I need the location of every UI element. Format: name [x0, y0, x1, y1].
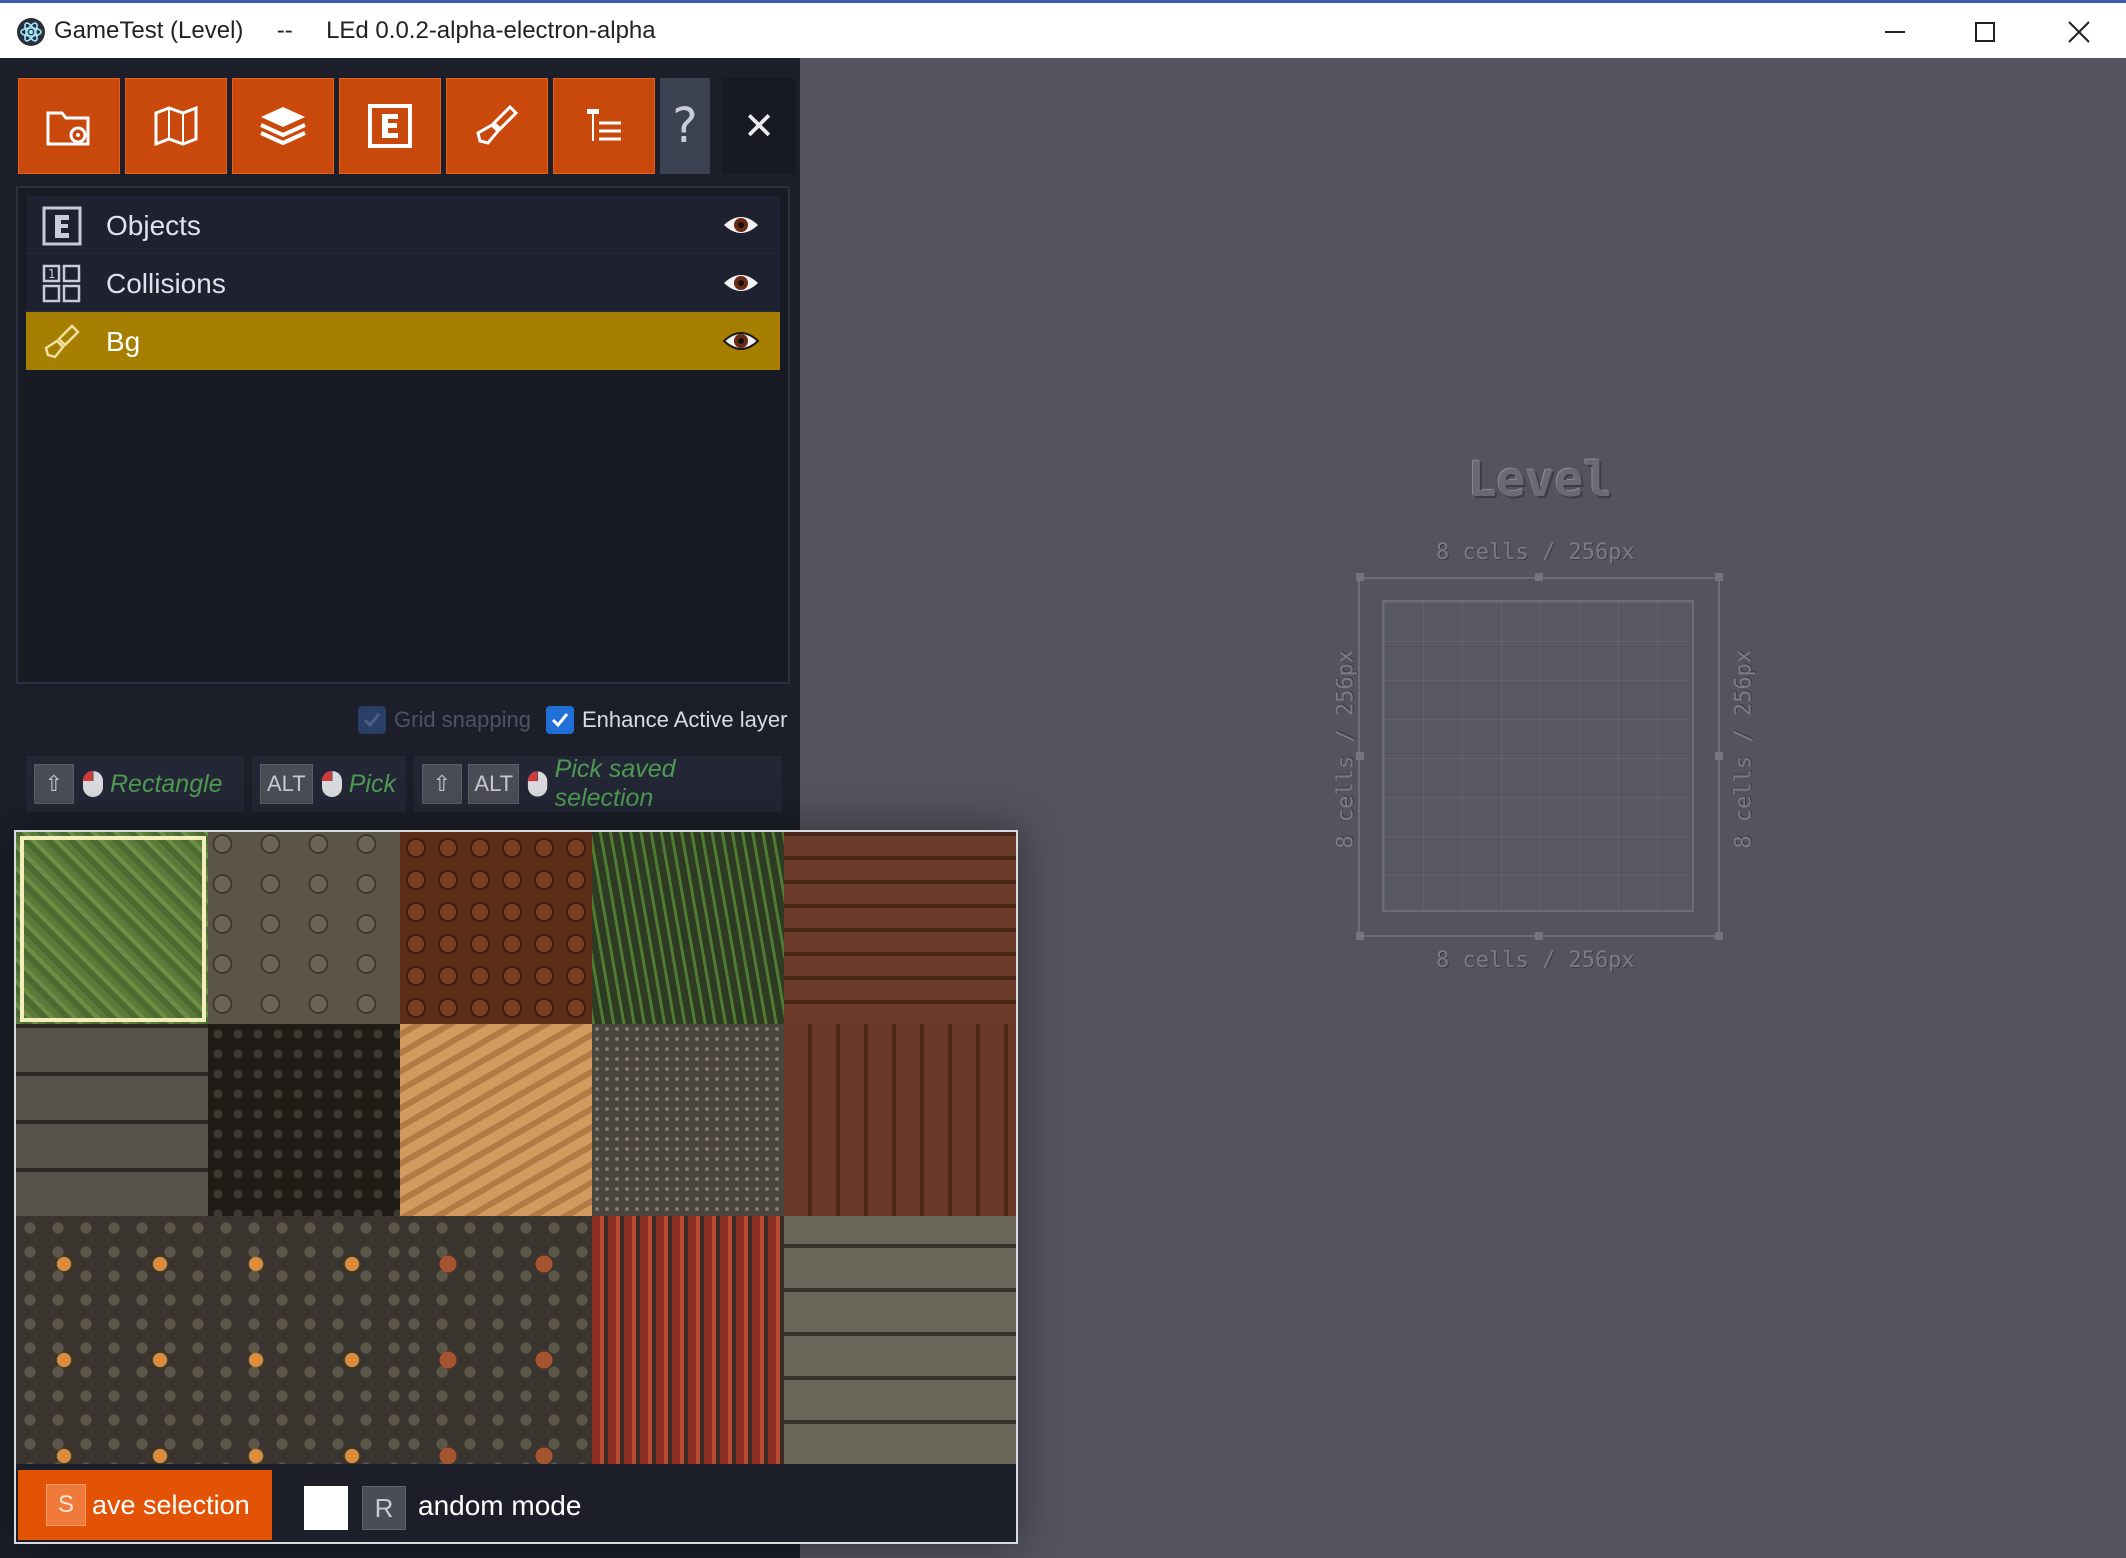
- eye-icon[interactable]: [722, 212, 760, 238]
- grid-snapping-checkbox[interactable]: [358, 706, 386, 734]
- random-mode-checkbox[interactable]: [304, 1486, 348, 1530]
- mouse-icon: [83, 771, 103, 797]
- layer-name: Bg: [106, 326, 141, 357]
- minimize-icon: [1885, 31, 1905, 33]
- resize-handle[interactable]: [1535, 932, 1543, 940]
- shortcut-pick: ALT Pick: [252, 756, 406, 812]
- tile-ore-stone[interactable]: [16, 1216, 400, 1464]
- level-name: Level: [1467, 452, 1613, 508]
- level-width-label-bottom: 8 cells / 256px: [1436, 948, 1635, 973]
- tile-bark[interactable]: [784, 1024, 1016, 1216]
- paint-brush-icon: [476, 104, 519, 145]
- intgrid-icon: 1: [42, 264, 81, 303]
- tileset-image[interactable]: [16, 832, 1016, 1464]
- tilesets-button[interactable]: [446, 78, 548, 174]
- window-title: GameTest (Level) -- LEd 0.0.2-alpha-elec…: [54, 17, 656, 44]
- level-canvas[interactable]: [1382, 600, 1694, 912]
- world-map-button[interactable]: [125, 78, 227, 174]
- entity-e-icon: [368, 104, 412, 148]
- resize-handle[interactable]: [1356, 573, 1364, 581]
- checkmark-icon: [363, 713, 381, 728]
- random-mode-label: andom mode: [418, 1490, 582, 1521]
- layer-name: Objects: [106, 210, 201, 241]
- enhance-active-option[interactable]: Enhance Active layer: [546, 700, 787, 740]
- minimize-button[interactable]: [1850, 3, 1940, 61]
- eye-icon[interactable]: [722, 270, 760, 296]
- grid-snapping-label: Grid snapping: [394, 707, 531, 732]
- save-selection-label: ave selection: [92, 1489, 250, 1520]
- paint-brush-icon: [44, 324, 80, 359]
- mouse-icon: [321, 771, 342, 797]
- grid-snapping-option[interactable]: Grid snapping: [358, 700, 531, 740]
- save-hotkey: S: [46, 1484, 86, 1526]
- shift-key: ⇧: [422, 764, 462, 804]
- tile-bookshelf[interactable]: [592, 1216, 784, 1464]
- resize-handle[interactable]: [1535, 573, 1543, 581]
- project-settings-button[interactable]: [18, 78, 120, 174]
- entity-e-icon: [42, 206, 82, 246]
- checkmark-icon: [551, 713, 569, 728]
- map-icon: [154, 105, 198, 147]
- resize-handle[interactable]: [1356, 752, 1364, 760]
- layer-name: Collisions: [106, 268, 226, 299]
- close-panel-button[interactable]: ✕: [722, 78, 796, 174]
- tile-gravel[interactable]: [592, 1024, 784, 1216]
- shortcut-label: Pick saved selection: [554, 755, 676, 812]
- tile-selection-highlight: [20, 836, 206, 1022]
- entities-button[interactable]: [339, 78, 441, 174]
- random-mode-hotkey: R: [362, 1486, 406, 1530]
- resize-handle[interactable]: [1715, 573, 1723, 581]
- tile-dark-gravel[interactable]: [208, 1024, 400, 1216]
- layer-list: Objects 1 Collisions Bg: [16, 186, 790, 684]
- shortcut-pick-saved: ⇧ ALT Pick saved selection: [414, 755, 782, 812]
- tile-stone-bricks[interactable]: [16, 1024, 208, 1216]
- close-window-button[interactable]: [2034, 3, 2124, 61]
- close-icon: [2068, 21, 2090, 43]
- tile-mossy-bricks[interactable]: [784, 1216, 1016, 1464]
- enhance-active-label: Enhance Active layer: [582, 707, 788, 732]
- layer-row-collisions[interactable]: 1 Collisions: [26, 254, 780, 312]
- help-button[interactable]: ?: [660, 78, 710, 174]
- resize-handle[interactable]: [1715, 752, 1723, 760]
- save-selection-button[interactable]: S ave selection: [18, 1470, 272, 1540]
- tile-wood-planks[interactable]: [784, 832, 1016, 1024]
- layer-row-bg[interactable]: Bg: [26, 312, 780, 370]
- shortcut-label: Pick: [348, 769, 396, 798]
- level-height-label-left: 8 cells / 256px: [1333, 649, 1359, 849]
- resize-handle[interactable]: [1356, 932, 1364, 940]
- layers-icon: [260, 107, 306, 146]
- maximize-icon: [1975, 22, 1995, 42]
- layers-button[interactable]: [232, 78, 334, 174]
- electron-app-icon: [17, 18, 45, 46]
- tile-dirt-rocks[interactable]: [400, 832, 592, 1024]
- eye-icon[interactable]: [722, 328, 760, 354]
- folder-gear-icon: [46, 111, 90, 146]
- tileset-picker: S ave selection R andom mode: [14, 830, 1018, 1544]
- level-height-label-right: 8 cells / 256px: [1731, 649, 1757, 849]
- tile-sand[interactable]: [400, 1024, 592, 1216]
- tile-hanging-grass[interactable]: [592, 832, 784, 1024]
- layer-row-objects[interactable]: Objects: [26, 196, 780, 254]
- tileset-footer: S ave selection R andom mode: [16, 1466, 1016, 1542]
- mouse-icon: [528, 771, 548, 797]
- window-titlebar: GameTest (Level) -- LEd 0.0.2-alpha-elec…: [0, 0, 2126, 58]
- enums-button[interactable]: [553, 78, 655, 174]
- tile-cobblestone[interactable]: [208, 832, 400, 1024]
- shortcut-label: Rectangle: [110, 769, 223, 798]
- shortcut-rectangle: ⇧ Rectangle: [26, 756, 244, 812]
- enum-list-icon: [587, 109, 621, 141]
- level-width-label-top: 8 cells / 256px: [1436, 540, 1635, 565]
- tile-copper-stone[interactable]: [400, 1216, 592, 1464]
- maximize-button[interactable]: [1940, 3, 2030, 61]
- enhance-active-checkbox[interactable]: [546, 706, 574, 734]
- shift-key: ⇧: [34, 764, 74, 804]
- alt-key: ALT: [260, 764, 313, 804]
- svg-text:1: 1: [48, 267, 56, 281]
- alt-key: ALT: [468, 764, 520, 804]
- resize-handle[interactable]: [1715, 932, 1723, 940]
